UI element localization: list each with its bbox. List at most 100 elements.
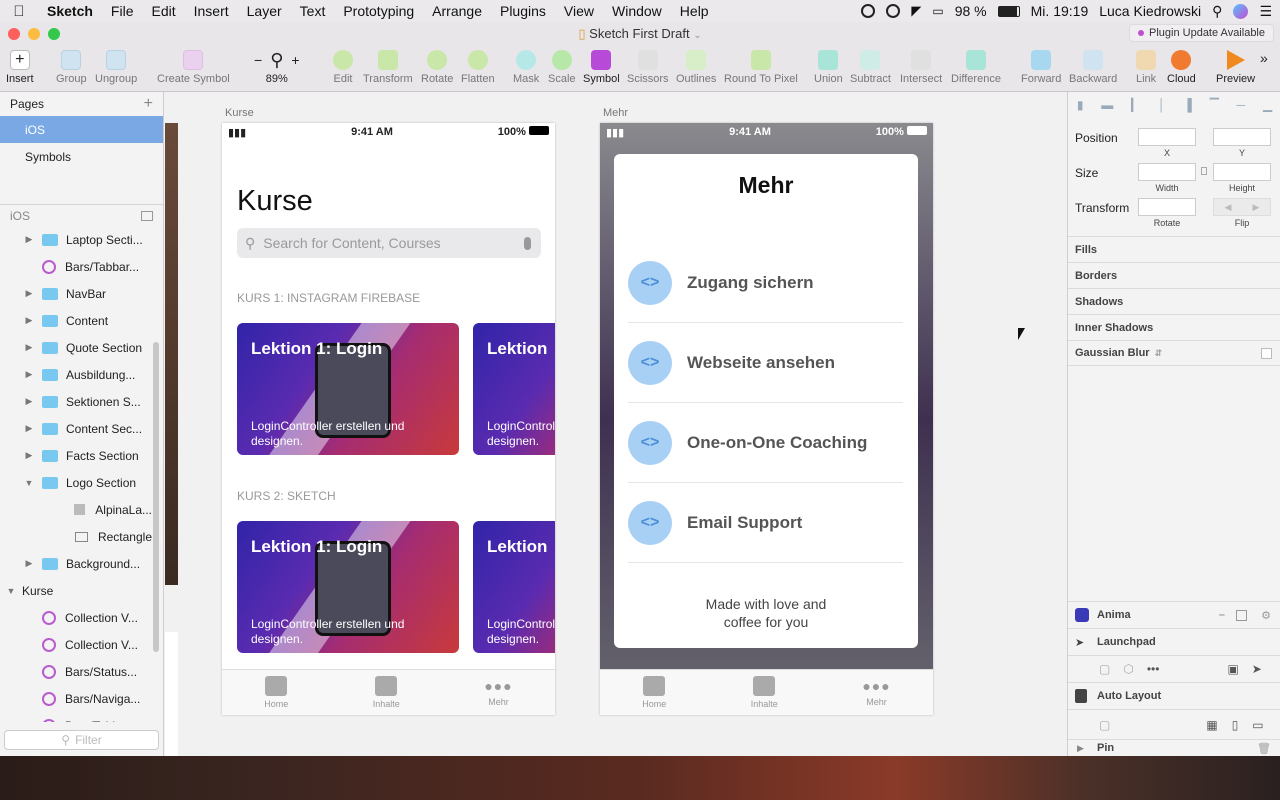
anima-panel-icon[interactable] — [1236, 609, 1247, 621]
blur-type-chevron-icon[interactable]: ⇵ — [1155, 348, 1163, 359]
menu-item-coaching[interactable]: <> One-on-One Coaching — [628, 403, 903, 483]
plugin-update-badge[interactable]: Plugin Update Available — [1129, 24, 1274, 42]
layer-row[interactable]: ▶ Content Sec... — [0, 415, 152, 442]
menu-arrange[interactable]: Arrange — [423, 3, 491, 19]
disclosure-triangle-icon[interactable]: ▶ — [24, 423, 34, 434]
launchpad-plugin-header[interactable]: ➤ Launchpad — [1068, 628, 1280, 655]
group-button[interactable]: Group — [56, 50, 87, 85]
disclosure-triangle-icon[interactable]: ▶ — [24, 315, 34, 326]
layer-row[interactable]: ▶ Background... — [0, 550, 152, 577]
round-to-pixel-button[interactable]: Round To Pixel — [724, 50, 798, 85]
toolbar-overflow-icon[interactable]: » — [1260, 50, 1268, 66]
fills-section[interactable]: Fills — [1068, 236, 1280, 262]
menu-plugins[interactable]: Plugins — [491, 3, 555, 19]
ungroup-button[interactable]: Ungroup — [95, 50, 137, 85]
flip-vertical-icon[interactable]: ▶ — [1253, 202, 1260, 213]
wifi-icon[interactable]: ◤ — [911, 3, 921, 19]
artboard-mehr[interactable]: ▮▮▮ 9:41 AM 100% Mehr <> Zugang sichern <… — [600, 123, 933, 715]
disclosure-triangle-icon[interactable]: ▼ — [24, 478, 34, 488]
layer-row[interactable]: Bars/Tabbar... — [0, 253, 152, 280]
launchpad-more-icon[interactable]: ••• — [1147, 662, 1160, 676]
menu-item-webseite-ansehen[interactable]: <> Webseite ansehen — [628, 323, 903, 403]
siri-icon[interactable] — [1233, 3, 1249, 19]
pin-delete-icon[interactable]: 🗑 — [1257, 742, 1271, 755]
auto-layout-grid-icon[interactable]: ▦ — [1206, 718, 1217, 732]
clock[interactable]: Mi. 19:19 — [1031, 3, 1089, 19]
flip-horizontal-icon[interactable]: ◀ — [1225, 202, 1232, 213]
launchpad-export-icon[interactable]: ▢ — [1099, 662, 1110, 676]
tab-mehr[interactable]: ●●● Mehr — [862, 678, 890, 707]
outlines-button[interactable]: Outlines — [676, 50, 716, 85]
disclosure-triangle-icon[interactable]: ▶ — [24, 396, 34, 407]
anima-plugin-header[interactable]: Anima – ⚙ — [1068, 601, 1280, 628]
align-bottom-icon[interactable]: ▁ — [1263, 98, 1272, 112]
disclosure-triangle-icon[interactable]: ▼ — [6, 586, 16, 596]
layer-row[interactable]: ▶ NavBar — [0, 280, 152, 307]
layer-row[interactable]: Bars/Status... — [0, 658, 152, 685]
align-right-icon[interactable]: ▐ — [1183, 98, 1192, 112]
menu-app-sketch[interactable]: Sketch — [38, 3, 102, 19]
course-card-partial[interactable]: Lektion LoginControl designen. — [473, 521, 555, 653]
auto-layout-artboard-icon[interactable]: ▢ — [1099, 718, 1110, 732]
layer-row[interactable]: ▶ Quote Section — [0, 334, 152, 361]
page-item-symbols[interactable]: Symbols — [0, 143, 163, 170]
union-button[interactable]: Union — [814, 50, 843, 85]
layer-row[interactable]: Rectangle — [0, 523, 152, 550]
layer-filter-input[interactable]: ⚲ Filter — [4, 730, 159, 750]
cloud-button[interactable]: Cloud — [1167, 50, 1196, 85]
page-item-ios[interactable]: iOS — [0, 116, 163, 143]
gaussian-blur-section[interactable]: Gaussian Blur ⇵ — [1068, 340, 1280, 366]
menu-insert[interactable]: Insert — [185, 3, 238, 19]
symbol-button[interactable]: Symbol — [583, 50, 620, 85]
rotate-field[interactable] — [1138, 198, 1196, 216]
height-field[interactable] — [1213, 163, 1271, 181]
tab-mehr[interactable]: ●●● Mehr — [484, 678, 512, 707]
create-symbol-button[interactable]: Create Symbol — [157, 50, 230, 85]
apple-icon[interactable]:  — [0, 3, 38, 20]
layer-row[interactable]: ▶ Ausbildung... — [0, 361, 152, 388]
zoom-out-button[interactable]: − — [254, 52, 262, 68]
disclosure-triangle-icon[interactable]: ▶ — [24, 558, 34, 569]
distribute-vertical-icon[interactable]: ▬ — [1101, 98, 1113, 112]
artboard-label-kurse[interactable]: Kurse — [225, 107, 254, 119]
layer-row[interactable]: Bars/Tabbar... — [0, 712, 152, 722]
distribute-horizontal-icon[interactable]: ▮ — [1077, 98, 1084, 112]
record-icon[interactable] — [861, 4, 876, 18]
disclosure-triangle-icon[interactable]: ▶ — [24, 288, 34, 299]
intersect-button[interactable]: Intersect — [900, 50, 942, 85]
layer-row[interactable]: ▼ Logo Section — [0, 469, 152, 496]
insert-button[interactable]: + Insert — [6, 50, 34, 85]
scale-button[interactable]: Scale — [548, 50, 576, 85]
inner-shadows-section[interactable]: Inner Shadows — [1068, 314, 1280, 340]
menu-edit[interactable]: Edit — [142, 3, 184, 19]
launchpad-window-icon[interactable]: ▣ — [1227, 662, 1238, 676]
layer-row[interactable]: Collection V... — [0, 631, 152, 658]
layer-row[interactable]: ▶ Content — [0, 307, 152, 334]
add-page-icon[interactable]: + — [144, 95, 153, 113]
layer-row[interactable]: ▶ Sektionen S... — [0, 388, 152, 415]
anima-settings-gear-icon[interactable]: ⚙ — [1261, 609, 1271, 622]
disclosure-triangle-icon[interactable]: ▶ — [24, 234, 34, 245]
backward-button[interactable]: Backward — [1069, 50, 1117, 85]
zoom-in-button[interactable]: + — [291, 52, 299, 68]
course-card[interactable]: Lektion 1: Login LoginController erstell… — [237, 521, 459, 653]
microphone-icon[interactable] — [524, 236, 531, 250]
tab-inhalte[interactable]: Inhalte — [751, 676, 778, 709]
gaussian-blur-checkbox[interactable] — [1261, 347, 1272, 359]
artboard-label-mehr[interactable]: Mehr — [603, 107, 628, 119]
edit-button[interactable]: Edit — [333, 50, 353, 85]
launchpad-launch-icon[interactable]: ➤ — [1252, 662, 1262, 676]
flatten-button[interactable]: Flatten — [461, 50, 495, 85]
auto-layout-portrait-icon[interactable]: ▯ — [1232, 718, 1239, 732]
pin-expand-icon[interactable]: ▶ — [1077, 743, 1084, 754]
collapse-layers-icon[interactable] — [141, 210, 153, 221]
preview-button[interactable]: Preview — [1216, 50, 1255, 85]
menu-item-zugang-sichern[interactable]: <> Zugang sichern — [628, 243, 903, 323]
auto-layout-landscape-icon[interactable]: ▭ — [1252, 718, 1263, 732]
menu-help[interactable]: Help — [671, 3, 718, 19]
launchpad-cube-icon[interactable]: ⬡ — [1123, 662, 1133, 676]
subtract-button[interactable]: Subtract — [850, 50, 891, 85]
sidebar-scrollbar[interactable] — [153, 342, 159, 652]
layer-row[interactable]: ▼ Kurse — [0, 577, 152, 604]
menu-view[interactable]: View — [555, 3, 603, 19]
